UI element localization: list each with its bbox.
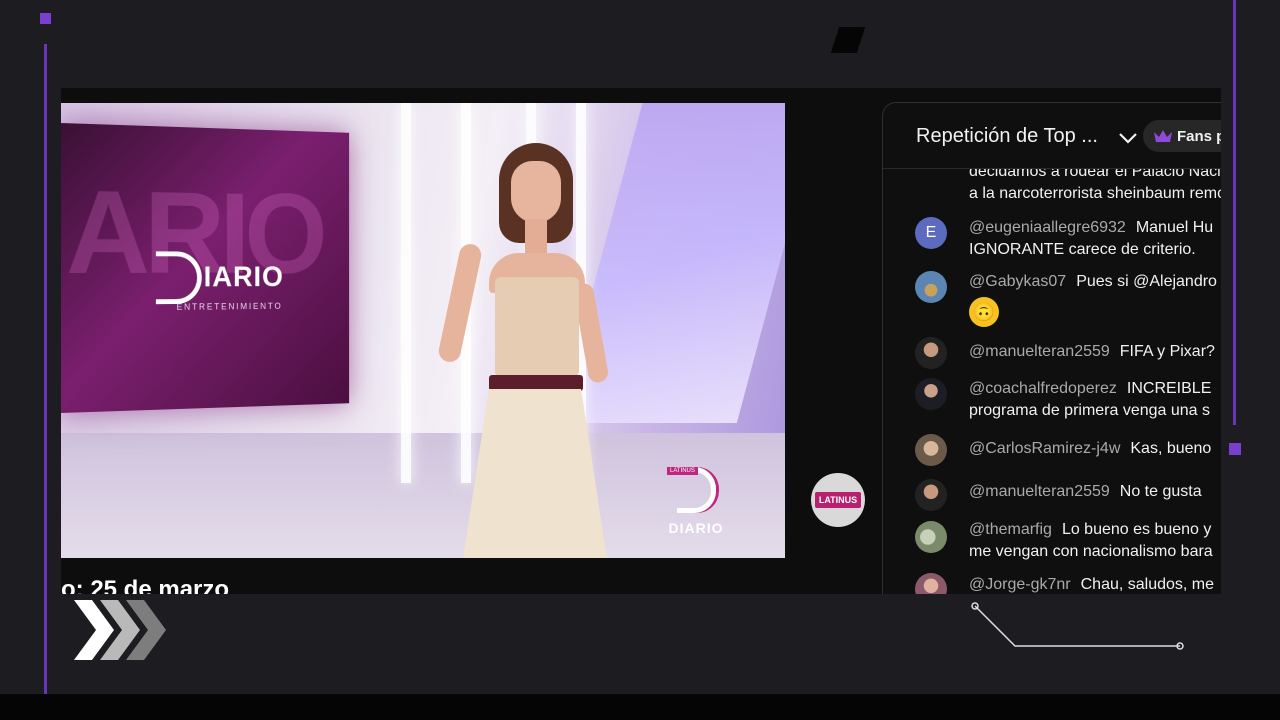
message-text: INCREIBLE — [1127, 380, 1211, 397]
chat-title[interactable]: Repetición de Top ... — [916, 125, 1098, 148]
diario-logo-word: IARIO — [204, 261, 284, 293]
video-player[interactable]: ARIO IARIO ENTRETENIMIENTO LATINUS DIARI… — [61, 103, 785, 558]
message-author[interactable]: @eugeniaallegre6932 — [969, 219, 1126, 236]
latinus-badge-label: LATINUS — [815, 492, 861, 508]
fans-button-label: Fans p — [1177, 128, 1221, 145]
avatar[interactable] — [915, 573, 947, 594]
decor-square-top-left — [40, 13, 51, 24]
message-text: Chau, saludos, me — [1081, 576, 1214, 593]
message-text-line2: IGNORANTE carece de criterio. — [969, 241, 1196, 258]
chat-messages[interactable]: decidamos a rodear el Palacio Nacional a… — [883, 169, 1221, 594]
upside-down-face-emoji: 🙃 — [969, 297, 999, 327]
decor-line-right — [1233, 0, 1236, 425]
avatar[interactable] — [915, 479, 947, 511]
studio-screen-panel: ARIO IARIO ENTRETENIMIENTO — [61, 123, 349, 413]
message-text: Manuel Hu — [1136, 219, 1213, 236]
fast-forward-chevrons-icon — [70, 598, 170, 662]
bug-tag: LATINUS — [667, 467, 698, 475]
message-author[interactable]: @coachalfredoperez — [969, 380, 1117, 397]
crown-icon — [1153, 128, 1173, 144]
avatar[interactable] — [915, 378, 947, 410]
message-text: FIFA y Pixar? — [1120, 343, 1215, 360]
message-text: Pues si @Alejandro — [1076, 273, 1217, 290]
screen-capture: ARIO IARIO ENTRETENIMIENTO LATINUS DIARI… — [61, 88, 1221, 594]
message-text: decidamos a rodear el Palacio Nacional — [969, 169, 1221, 180]
decor-square-right — [1229, 443, 1241, 455]
message-author[interactable]: @Jorge-gk7nr — [969, 576, 1071, 593]
latinus-channel-badge[interactable]: LATINUS — [811, 473, 865, 527]
diario-d-icon — [156, 251, 202, 304]
avatar[interactable] — [915, 271, 947, 303]
chat-header: Repetición de Top ... Fans p — [883, 103, 1221, 169]
message-text-line2: programa de primera venga una s — [969, 402, 1210, 419]
message-text-line2: me vengan con nacionalismo bara — [969, 543, 1213, 560]
message-text-line2: a la narcoterrorista sheinbaum remover — [969, 185, 1221, 202]
message-author[interactable]: @CarlosRamirez-j4w — [969, 440, 1120, 457]
message-text: No te gusta — [1120, 483, 1202, 500]
bug-word: DIARIO — [661, 520, 731, 536]
live-chat-panel: Repetición de Top ... Fans p decidamos a… — [882, 102, 1221, 594]
avatar[interactable] — [915, 337, 947, 369]
message-author[interactable]: @Gabykas07 — [969, 273, 1066, 290]
avatar[interactable] — [915, 434, 947, 466]
presenter — [441, 143, 621, 558]
panel-subtitle: ENTRETENIMIENTO — [177, 301, 283, 312]
decor-circuit-line — [960, 596, 1190, 656]
message-author[interactable]: @manuelteran2559 — [969, 343, 1110, 360]
studio-light-bar — [401, 103, 411, 483]
message-text: Kas, bueno — [1130, 440, 1211, 457]
diario-logo: IARIO — [156, 251, 284, 304]
decor-parallelogram — [831, 27, 865, 53]
avatar[interactable]: E — [915, 217, 947, 249]
message-author[interactable]: @manuelteran2559 — [969, 483, 1110, 500]
chevron-down-icon[interactable] — [1117, 127, 1139, 149]
bottom-bar — [0, 694, 1280, 720]
fans-filter-button[interactable]: Fans p — [1143, 120, 1221, 152]
message-author[interactable]: @themarfig — [969, 521, 1052, 538]
channel-bug-logo: LATINUS DIARIO — [661, 467, 731, 536]
avatar[interactable] — [915, 521, 947, 553]
message-text: Lo bueno es bueno y — [1062, 521, 1211, 538]
video-title-date: o: 25 de marzo — [61, 576, 229, 594]
decor-line-left — [44, 44, 47, 694]
